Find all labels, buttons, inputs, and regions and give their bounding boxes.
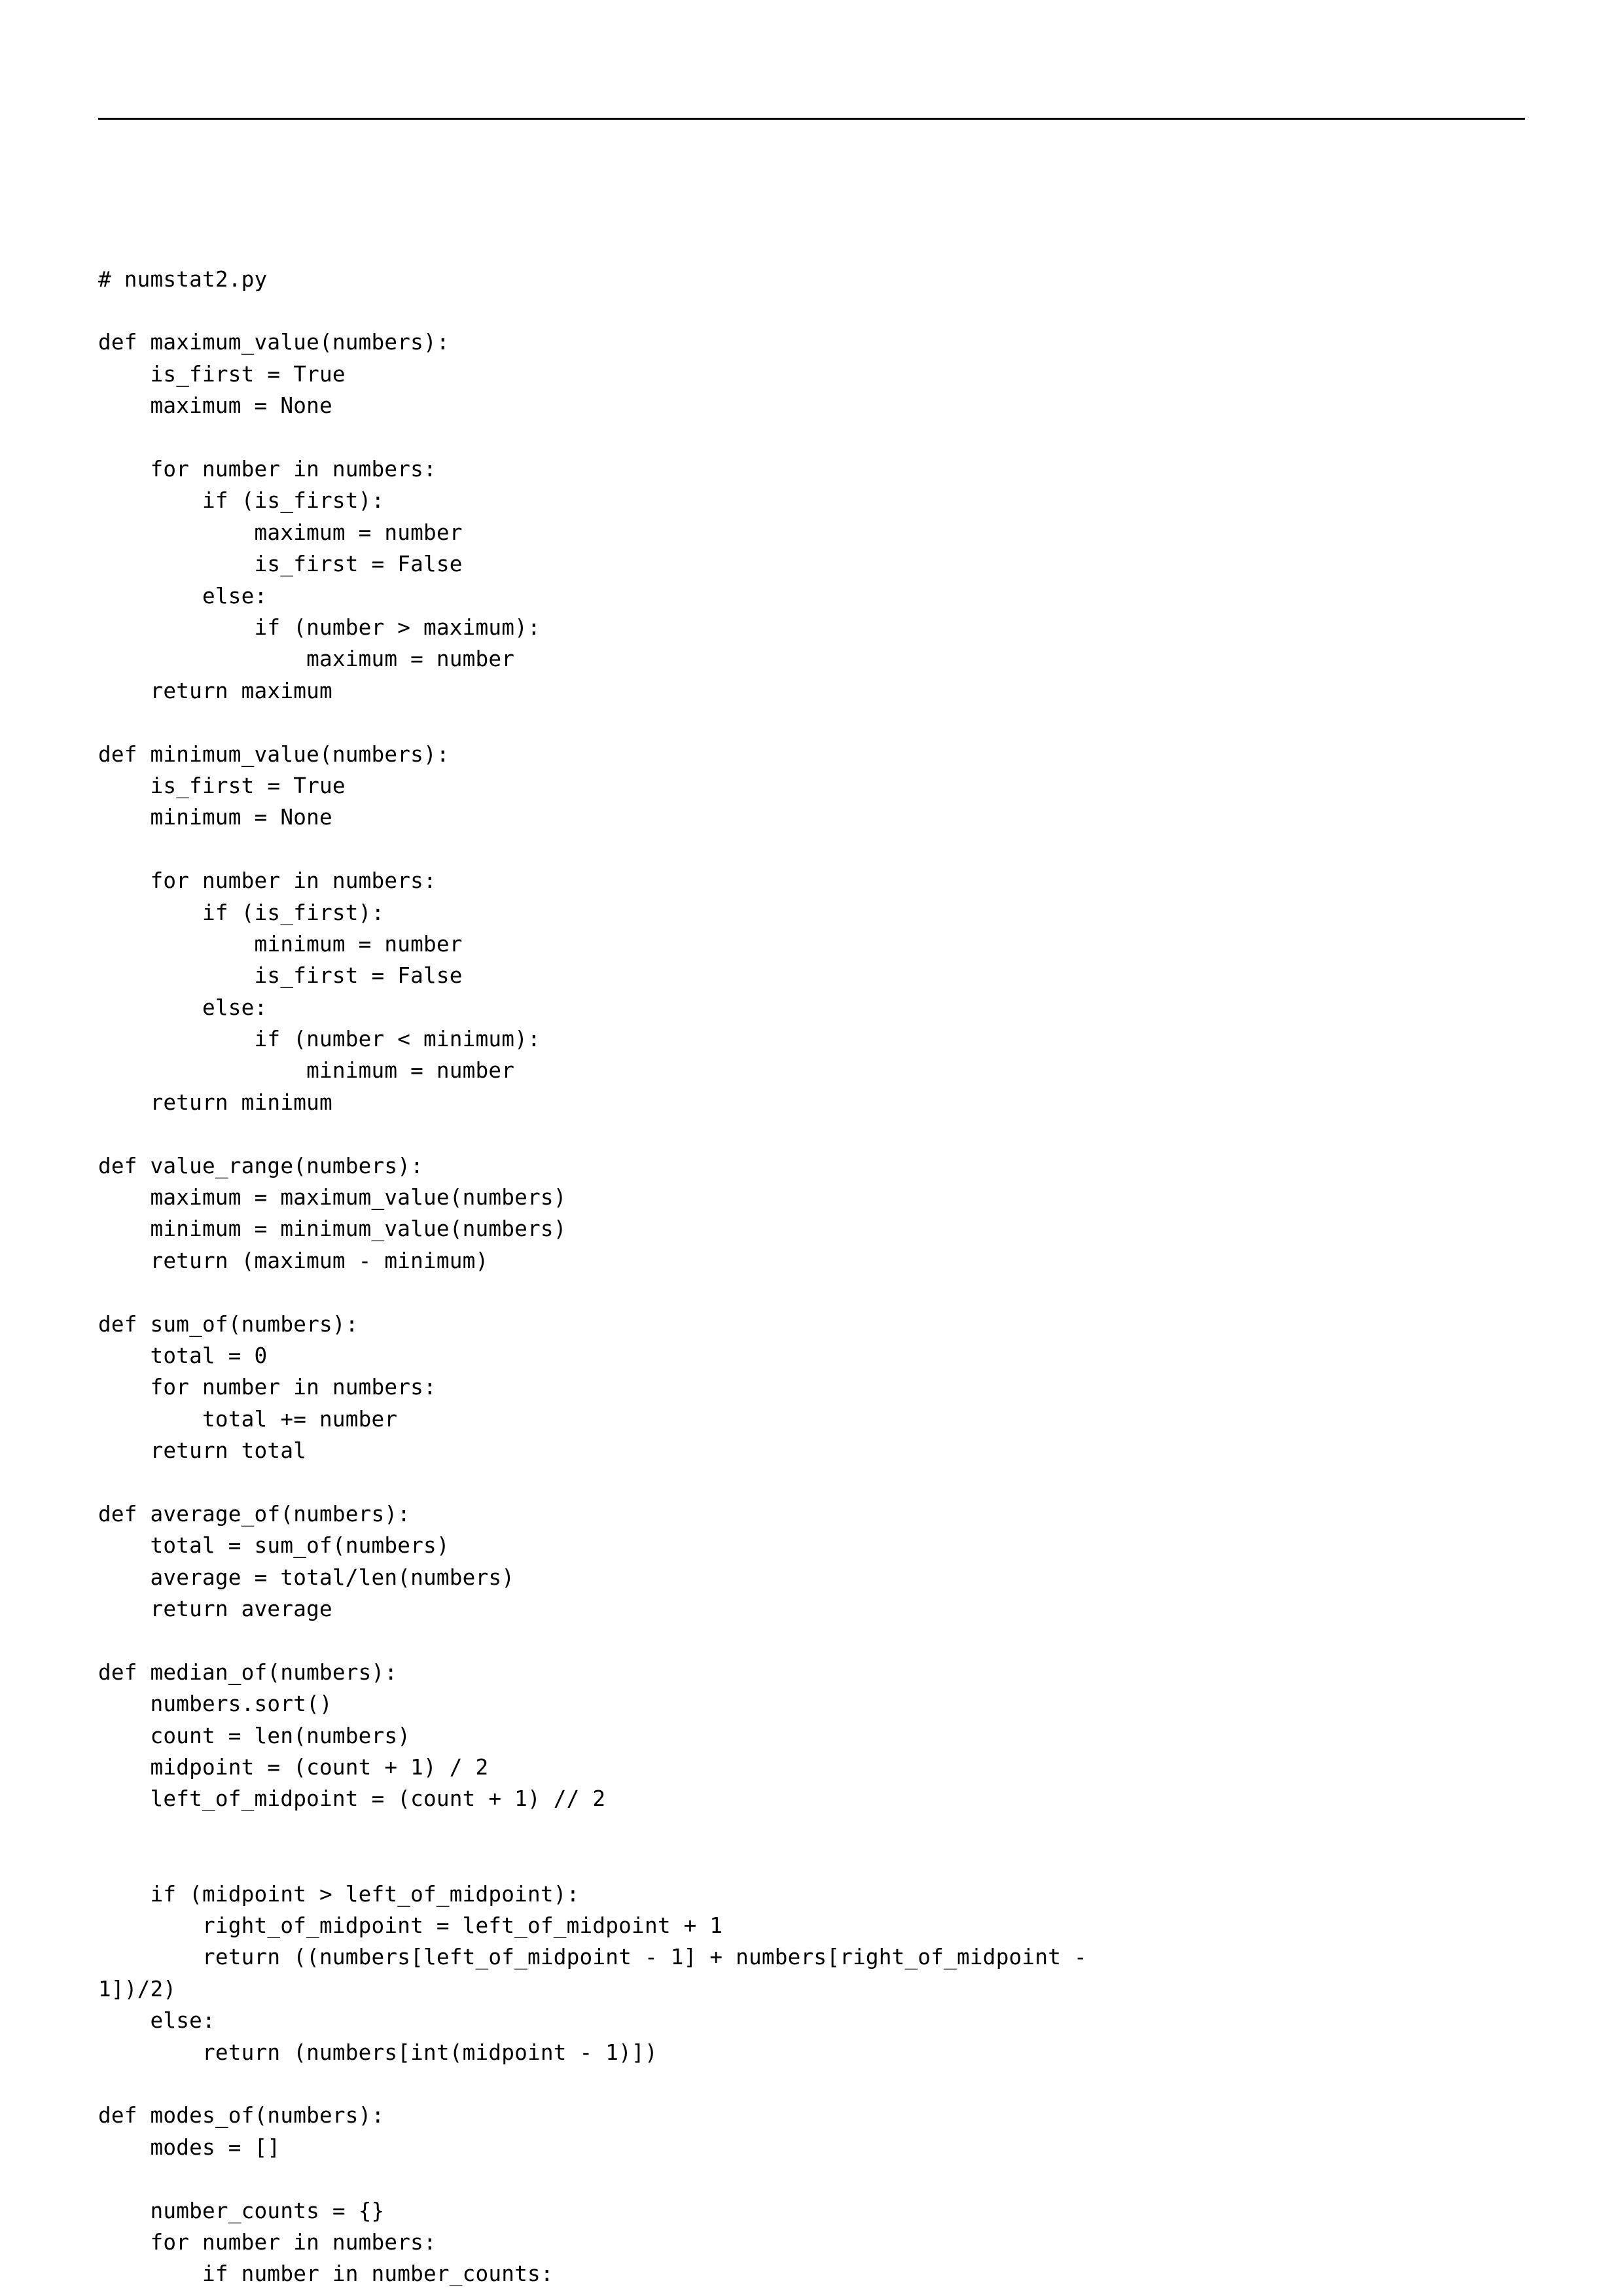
- code-listing: # numstat2.py def maximum_value(numbers)…: [98, 264, 1525, 2290]
- header-rule: [98, 118, 1525, 120]
- document-page: # numstat2.py def maximum_value(numbers)…: [0, 0, 1623, 2296]
